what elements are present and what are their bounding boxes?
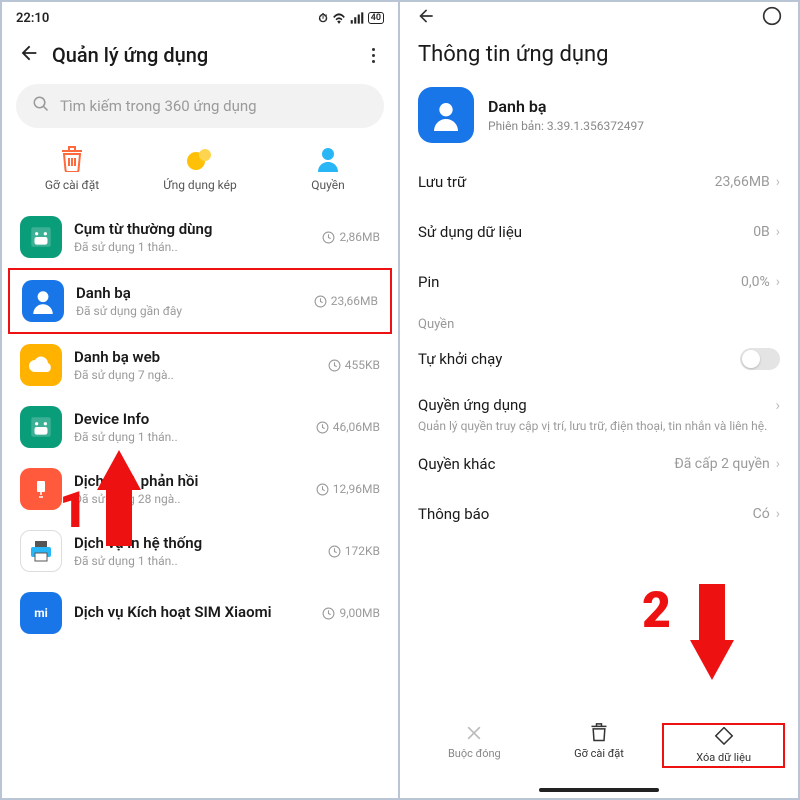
clock-icon bbox=[322, 231, 335, 244]
app-name: Cụm từ thường dùng bbox=[74, 220, 310, 238]
permissions-section-label: Quyền bbox=[400, 307, 798, 332]
app-icon bbox=[20, 344, 62, 386]
arrow-down-icon bbox=[690, 640, 734, 680]
more-menu-button[interactable] bbox=[364, 46, 382, 64]
app-size: 9,00MB bbox=[322, 606, 380, 620]
chevron-right-icon: › bbox=[775, 396, 780, 414]
app-management-screen: 22:10 ⏱ 40 Quản lý ứng dụng Tìm kiếm tro… bbox=[2, 2, 400, 798]
app-icon: mi bbox=[20, 592, 62, 634]
app-size: 172KB bbox=[328, 544, 380, 558]
app-name: Dịch vụ & phản hồi bbox=[74, 472, 304, 490]
app-sub: Đã sử dụng 1 thán.. bbox=[74, 240, 310, 254]
app-icon bbox=[20, 530, 62, 572]
app-sub: Đã sử dụng 1 thán.. bbox=[74, 554, 316, 568]
chevron-right-icon: › bbox=[776, 274, 780, 290]
app-permissions-row[interactable]: Quyền ứng dụng › Quản lý quyền truy cập … bbox=[400, 386, 798, 447]
page-title: Thông tin ứng dụng bbox=[400, 28, 798, 85]
chevron-right-icon: › bbox=[776, 224, 780, 240]
uninstall-action[interactable]: Gỡ cài đặt bbox=[9, 146, 136, 192]
eraser-icon bbox=[714, 727, 734, 747]
search-icon bbox=[32, 95, 50, 117]
notifications-row[interactable]: Thông báo Có› bbox=[400, 489, 798, 539]
app-icon bbox=[20, 216, 62, 258]
app-row[interactable]: mi Dịch vụ Kích hoạt SIM Xiaomi 9,00MB bbox=[8, 582, 392, 644]
app-icon bbox=[22, 280, 64, 322]
app-name: Device Info bbox=[74, 410, 304, 428]
uninstall-button[interactable]: Gỡ cài đặt bbox=[537, 723, 660, 768]
dual-icon bbox=[187, 146, 213, 172]
app-row[interactable]: Danh bạ Đã sử dụng gần đây 23,66MB bbox=[8, 268, 392, 334]
info-icon[interactable] bbox=[762, 6, 782, 30]
app-size: 46,06MB bbox=[316, 420, 380, 434]
clock-icon bbox=[322, 607, 335, 620]
clock-icon bbox=[314, 295, 327, 308]
bottom-action-bar: Buộc đóng Gỡ cài đặt Xóa dữ liệu bbox=[400, 715, 798, 774]
svg-text:mi: mi bbox=[34, 606, 48, 620]
status-bar: 22:10 ⏱ 40 bbox=[2, 2, 398, 28]
quick-actions: Gỡ cài đặt Ứng dụng kép Quyền bbox=[2, 142, 398, 206]
app-row[interactable]: Device Info Đã sử dụng 1 thán.. 46,06MB bbox=[8, 396, 392, 458]
clock-icon bbox=[328, 359, 341, 372]
app-sub: Đã sử dụng 7 ngà.. bbox=[74, 368, 316, 382]
trash-icon bbox=[59, 146, 85, 172]
app-row[interactable]: Dịch vụ in hệ thống Đã sử dụng 1 thán.. 17… bbox=[8, 520, 392, 582]
force-stop-button[interactable]: Buộc đóng bbox=[413, 723, 536, 768]
chevron-right-icon: › bbox=[776, 174, 780, 190]
close-icon bbox=[464, 723, 484, 743]
clock-icon bbox=[316, 421, 329, 434]
app-name: Danh bạ web bbox=[74, 348, 316, 366]
search-input[interactable]: Tìm kiếm trong 360 ứng dụng bbox=[16, 84, 384, 128]
contacts-app-icon bbox=[418, 87, 474, 143]
app-sub: Đã sử dụng 1 thán.. bbox=[74, 430, 304, 444]
app-size: 23,66MB bbox=[314, 294, 378, 308]
app-row[interactable]: Danh bạ web Đã sử dụng 7 ngà.. 455KB bbox=[8, 334, 392, 396]
app-sub: Đã sử dụng gần đây bbox=[76, 304, 302, 318]
search-placeholder: Tìm kiếm trong 360 ứng dụng bbox=[60, 97, 257, 115]
app-name: Danh bạ bbox=[76, 284, 302, 302]
app-name: Dịch vụ Kích hoạt SIM Xiaomi bbox=[74, 603, 310, 621]
app-name: Dịch vụ in hệ thống bbox=[74, 534, 316, 552]
autostart-toggle[interactable] bbox=[740, 348, 780, 370]
wifi-icon bbox=[332, 12, 346, 24]
status-time: 22:10 bbox=[16, 11, 49, 26]
app-size: 12,96MB bbox=[316, 482, 380, 496]
app-list: Cụm từ thường dùng Đã sử dụng 1 thán.. 2,8… bbox=[2, 206, 398, 644]
app-row[interactable]: Cụm từ thường dùng Đã sử dụng 1 thán.. 2,8… bbox=[8, 206, 392, 268]
app-icon bbox=[20, 406, 62, 448]
app-info-screen: Thông tin ứng dụng Danh bạ Phiên bản: 3.… bbox=[400, 2, 798, 798]
home-indicator bbox=[539, 788, 659, 792]
trash-icon bbox=[589, 723, 609, 743]
app-icon bbox=[20, 468, 62, 510]
app-size: 455KB bbox=[328, 358, 380, 372]
other-permissions-row[interactable]: Quyền khác Đã cấp 2 quyền› bbox=[400, 447, 798, 489]
clock-icon bbox=[328, 545, 341, 558]
header-right bbox=[400, 2, 798, 28]
back-button[interactable] bbox=[18, 42, 40, 68]
app-version: Phiên bản: 3.39.1.356372497 bbox=[488, 119, 644, 133]
chevron-right-icon: › bbox=[776, 506, 780, 522]
chevron-right-icon: › bbox=[776, 456, 780, 472]
autostart-row[interactable]: Tự khởi chạy bbox=[400, 332, 798, 386]
permissions-action[interactable]: Quyền bbox=[265, 146, 392, 192]
status-indicators: ⏱ 40 bbox=[318, 11, 384, 26]
app-row[interactable]: Dịch vụ & phản hồi Đã sử dụng 28 ngà.. 12,… bbox=[8, 458, 392, 520]
app-sub: Đã sử dụng 28 ngà.. bbox=[74, 492, 304, 506]
signal-icon bbox=[350, 12, 364, 24]
app-size: 2,86MB bbox=[322, 230, 380, 244]
page-title: Quản lý ứng dụng bbox=[52, 43, 352, 67]
battery-row[interactable]: Pin 0,0%› bbox=[400, 257, 798, 307]
app-name: Danh bạ bbox=[488, 97, 644, 116]
clock-icon bbox=[316, 483, 329, 496]
header: Quản lý ứng dụng bbox=[2, 28, 398, 78]
data-usage-row[interactable]: Sử dụng dữ liệu 0B› bbox=[400, 207, 798, 257]
battery-icon: 40 bbox=[368, 12, 384, 24]
dual-apps-action[interactable]: Ứng dụng kép bbox=[137, 146, 264, 192]
back-button[interactable] bbox=[416, 6, 436, 30]
storage-row[interactable]: Lưu trữ 23,66MB› bbox=[400, 157, 798, 207]
person-icon bbox=[315, 146, 341, 172]
alarm-icon: ⏱ bbox=[318, 11, 327, 26]
clear-data-button[interactable]: Xóa dữ liệu bbox=[662, 723, 785, 768]
annotation-2: 2 bbox=[690, 582, 734, 680]
app-info-header: Danh bạ Phiên bản: 3.39.1.356372497 bbox=[400, 85, 798, 157]
